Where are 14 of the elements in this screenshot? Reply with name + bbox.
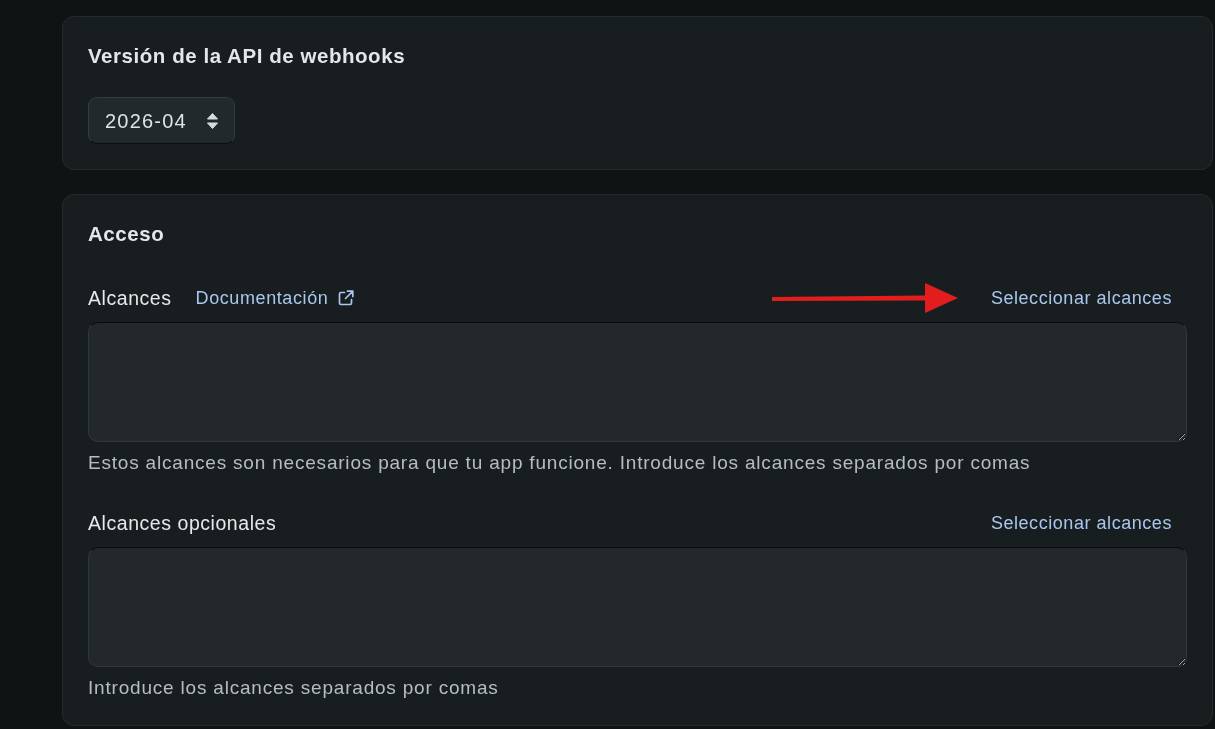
- help-text: Estos alcances son necesarios para que tu app funcione. Introduce los alcances separados por comas: [88, 451, 1032, 475]
- help-text: Introduce los alcances separados por comas: [88, 676, 500, 700]
- section-title: Versión de la API de webhooks: [88, 44, 407, 68]
- external-link-icon: [338, 290, 355, 306]
- field-label: Alcances opcionales: [88, 511, 277, 535]
- field-label: Alcances: [88, 286, 172, 310]
- scopes-input[interactable]: [88, 547, 1187, 667]
- version-select[interactable]: 2026-04: [88, 97, 235, 144]
- select-scopes-link[interactable]: Seleccionar alcances: [990, 511, 1172, 535]
- documentation-link[interactable]: Documentación: [195, 284, 355, 312]
- select-scopes-link[interactable]: Seleccionar alcances: [990, 286, 1172, 310]
- section-title: Acceso: [88, 222, 166, 246]
- updown-chevron-icon: [207, 112, 218, 129]
- scopes-input[interactable]: [88, 322, 1187, 442]
